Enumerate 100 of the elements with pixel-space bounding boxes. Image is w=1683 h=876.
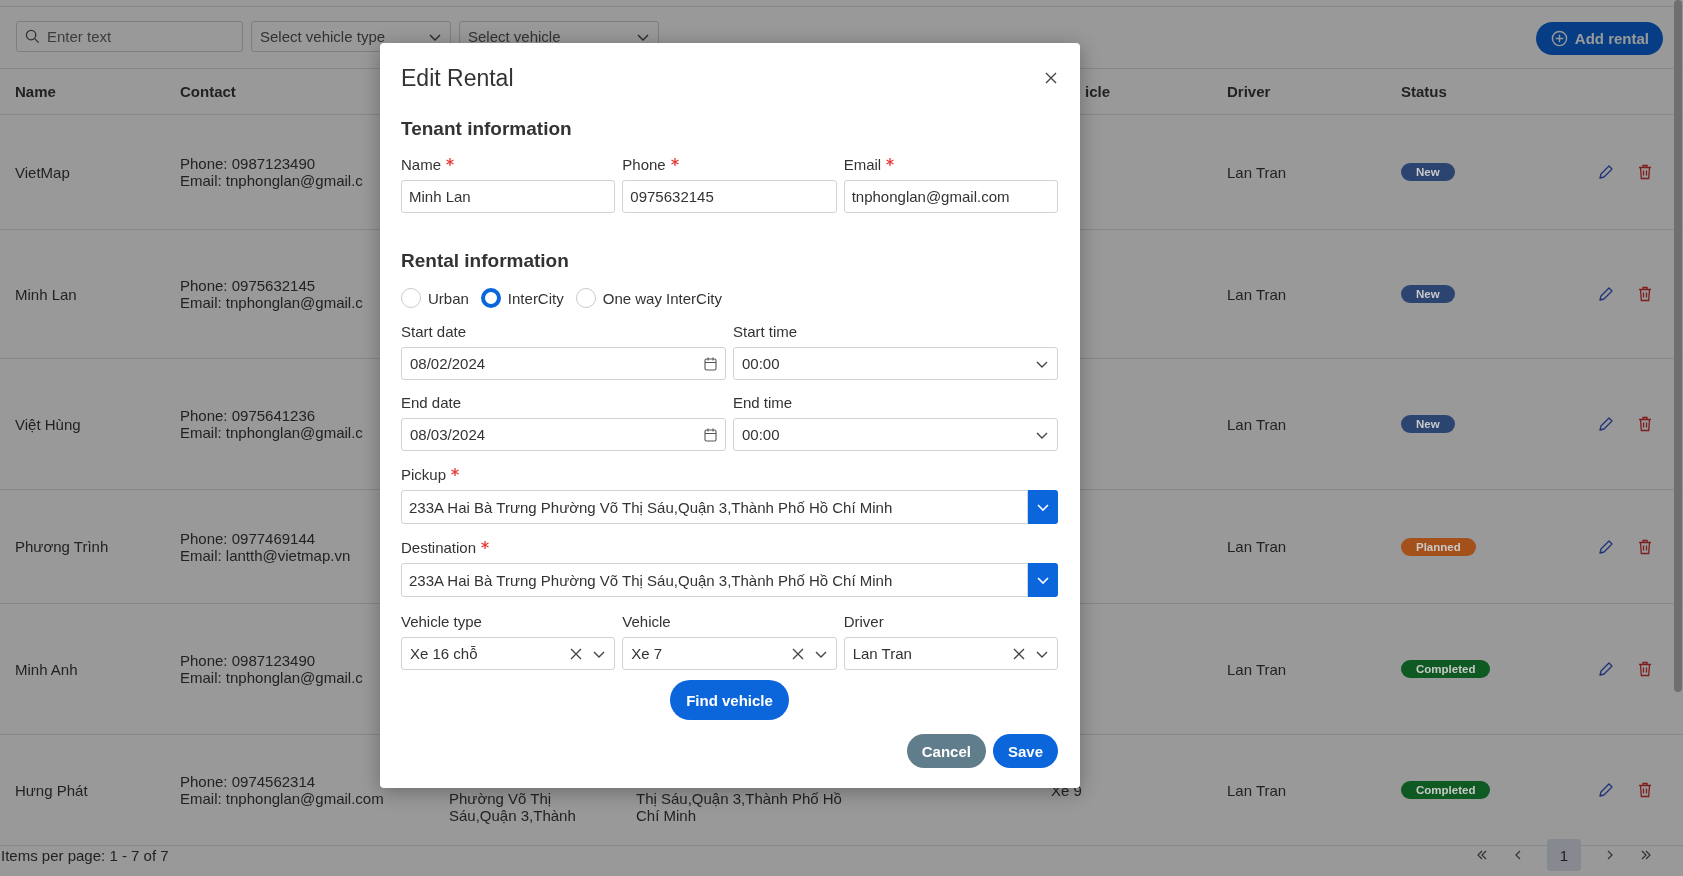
dialog-title: Edit Rental <box>401 64 514 92</box>
edit-icon[interactable] <box>1598 164 1614 180</box>
email-text: Email: lantth@vietmap.vn <box>180 546 351 564</box>
field-label: End time <box>733 393 793 411</box>
field-label: Pickup <box>401 465 447 483</box>
select-field[interactable]: Xe 16 chỗ <box>401 637 616 670</box>
email-text: Email: tnphonglan@gmail.c <box>180 424 363 441</box>
field-label: Start date <box>401 322 467 340</box>
clear-icon[interactable] <box>570 647 583 660</box>
status-badge: New <box>1401 415 1455 433</box>
dropdown-button[interactable] <box>1027 490 1058 524</box>
email-text: Email: tnphonglan@gmail.c <box>180 669 363 686</box>
dropdown-button[interactable] <box>1027 563 1058 597</box>
column-header: Driver <box>1227 83 1272 100</box>
page-button[interactable]: 1 <box>1547 839 1581 871</box>
status-badge: Planned <box>1401 537 1476 556</box>
delete-icon[interactable] <box>1638 286 1652 302</box>
dialog-button[interactable]: Cancel <box>906 734 986 768</box>
status-badge: Completed <box>1401 660 1491 678</box>
field-label: Vehicle type <box>401 612 482 630</box>
field-label: Driver <box>843 612 884 630</box>
column-header: icle <box>1084 83 1112 100</box>
pickup-text: Phường Võ Thị <box>449 790 552 807</box>
radio-option[interactable]: InterCity <box>480 288 564 308</box>
section-heading: Tenant information <box>401 117 573 141</box>
phone-text: Phone: 0977469144 <box>180 529 316 547</box>
field-label: Vehicle <box>622 612 671 630</box>
edit-icon[interactable] <box>1598 782 1614 798</box>
radio-option[interactable]: Urban <box>401 288 469 308</box>
field-label: End date <box>401 393 462 411</box>
time-dropdown[interactable]: 00:00 <box>733 347 1058 380</box>
destination-text: Chí Minh <box>636 807 697 824</box>
phone-text: Phone: 0987123490 <box>180 652 316 669</box>
date-field[interactable]: 08/02/2024 <box>401 347 726 380</box>
date-field[interactable]: 08/03/2024 <box>401 418 726 451</box>
scrollbar[interactable] <box>1674 0 1682 692</box>
destination-text: Thị Sáu,Quận 3,Thành Phố Hồ <box>636 790 842 807</box>
text-field[interactable]: 0975632145 <box>622 180 837 213</box>
text-field[interactable]: tnphonglan@gmail.com <box>843 180 1058 213</box>
field-label: Destination <box>401 538 477 556</box>
phone-text: Phone: 0974562314 <box>180 773 316 790</box>
status-badge: Completed <box>1401 781 1491 799</box>
section-heading: Rental information <box>401 249 570 273</box>
radio-option[interactable]: One way InterCity <box>575 288 722 308</box>
delete-icon[interactable] <box>1638 538 1652 555</box>
address-field[interactable]: 233A Hai Bà Trưng Phường Võ Thị Sáu,Quận 3,Thành Phố Hồ Chí Minh <box>401 490 1028 524</box>
dialog-button[interactable]: Save <box>992 734 1058 768</box>
find-vehicle-button[interactable]: Find vehicle <box>670 680 789 720</box>
first-page-icon[interactable] <box>1475 848 1489 862</box>
email-text: Email: tnphonglan@gmail.com <box>180 790 384 807</box>
address-field[interactable]: 233A Hai Bà Trưng Phường Võ Thị Sáu,Quận 3,Thành Phố Hồ Chí Minh <box>401 563 1028 597</box>
delete-icon[interactable] <box>1638 782 1652 798</box>
table-cell-text: Lan Tran <box>1227 163 1288 181</box>
table-cell-text: Lan Tran <box>1227 538 1288 555</box>
table-cell-text: Minh Lan <box>14 285 78 303</box>
edit-icon[interactable] <box>1598 416 1614 432</box>
column-header: Status <box>1401 83 1448 100</box>
table-cell-text: Việt Hùng <box>14 415 82 433</box>
pickup-text: Sáu,Quận 3,Thành <box>449 807 576 824</box>
calendar-icon <box>704 356 717 371</box>
column-header: Contact <box>180 83 237 100</box>
table-cell-text: Lan Tran <box>1227 781 1288 799</box>
phone-text: Phone: 0975632145 <box>180 277 316 294</box>
calendar-icon <box>704 427 717 442</box>
phone-text: Phone: 0987123490 <box>180 155 316 172</box>
last-page-icon[interactable] <box>1639 848 1653 862</box>
status-badge: New <box>1401 163 1455 181</box>
email-text: Email: tnphonglan@gmail.c <box>180 294 363 311</box>
delete-icon[interactable] <box>1638 164 1652 180</box>
field-label: Email <box>843 155 882 173</box>
edit-icon[interactable] <box>1598 538 1614 555</box>
items-per-page-text: Items per page: 1 - 7 of 7 <box>1 846 169 864</box>
field-label: Name <box>401 155 441 173</box>
text-field[interactable]: Minh Lan <box>401 180 616 213</box>
edit-icon[interactable] <box>1598 286 1614 302</box>
clear-icon[interactable] <box>1013 647 1025 660</box>
select-field[interactable]: Xe 7 <box>622 637 837 670</box>
table-cell-text: Phương Trình <box>14 538 110 555</box>
table-cell-text: Lan Tran <box>1227 285 1288 303</box>
email-text: Email: tnphonglan@gmail.c <box>180 172 363 189</box>
select-field[interactable]: Lan Tran <box>843 637 1058 670</box>
clear-icon[interactable] <box>791 647 804 660</box>
search-field[interactable]: Enter text <box>16 21 243 52</box>
status-badge: New <box>1401 285 1455 303</box>
delete-icon[interactable] <box>1638 416 1652 432</box>
field-label: Phone <box>622 155 666 173</box>
time-dropdown[interactable]: 00:00 <box>733 418 1058 451</box>
phone-text: Phone: 0975641236 <box>180 407 316 424</box>
radio-button[interactable] <box>480 288 501 308</box>
close-icon[interactable] <box>1044 71 1058 85</box>
search-icon <box>25 29 40 44</box>
table-cell-text: Hưng Phát <box>14 781 89 799</box>
table-cell-text: Minh Anh <box>14 660 79 678</box>
delete-icon[interactable] <box>1638 661 1652 677</box>
column-header: Name <box>14 83 57 100</box>
table-cell-text: Lan Tran <box>1227 660 1288 678</box>
field-label: Start time <box>733 322 798 340</box>
edit-icon[interactable] <box>1598 661 1614 677</box>
table-cell-text: VietMap <box>14 163 71 181</box>
add-rental-button[interactable]: Add rental <box>1535 22 1663 55</box>
